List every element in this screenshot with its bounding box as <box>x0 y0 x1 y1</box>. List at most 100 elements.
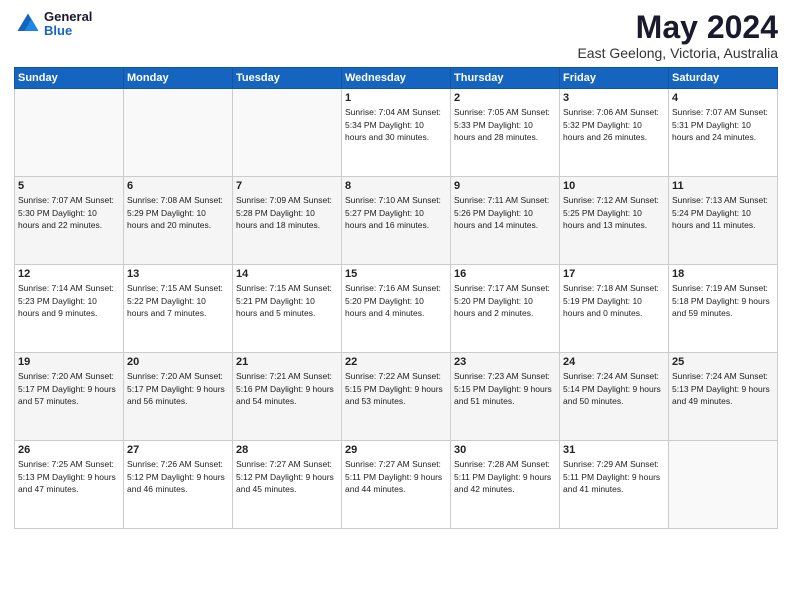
weekday-header: Friday <box>560 68 669 89</box>
cell-text: Sunrise: 7:11 AM Sunset: 5:26 PM Dayligh… <box>454 194 556 231</box>
day-number: 13 <box>127 268 229 280</box>
calendar-week: 26Sunrise: 7:25 AM Sunset: 5:13 PM Dayli… <box>15 441 778 529</box>
calendar-cell: 12 Sunrise: 7:14 AM Sunset: 5:23 PM Dayli… <box>15 265 124 353</box>
calendar-header: SundayMondayTuesdayWednesdayThursdayFrid… <box>15 68 778 89</box>
logo-general: General <box>44 10 92 24</box>
weekday-header: Wednesday <box>342 68 451 89</box>
calendar-cell <box>669 441 778 529</box>
cell-text: Sunrise: 7:24 AM Sunset: 5:13 PM Dayligh… <box>672 370 774 407</box>
logo-icon <box>14 10 42 38</box>
cell-text: Sunrise: 7:27 AM Sunset: 5:11 PM Dayligh… <box>345 458 447 495</box>
day-number: 14 <box>236 268 338 280</box>
day-number: 11 <box>672 180 774 192</box>
calendar-cell: 17 Sunrise: 7:18 AM Sunset: 5:19 PM Dayli… <box>560 265 669 353</box>
day-number: 25 <box>672 356 774 368</box>
cell-text: Sunrise: 7:29 AM Sunset: 5:11 PM Dayligh… <box>563 458 665 495</box>
calendar-cell: 7 Sunrise: 7:09 AM Sunset: 5:28 PM Daylig… <box>233 177 342 265</box>
calendar-cell: 11 Sunrise: 7:13 AM Sunset: 5:24 PM Dayli… <box>669 177 778 265</box>
calendar-cell: 22Sunrise: 7:22 AM Sunset: 5:15 PM Dayli… <box>342 353 451 441</box>
cell-text: Sunrise: 7:10 AM Sunset: 5:27 PM Dayligh… <box>345 194 447 231</box>
calendar: SundayMondayTuesdayWednesdayThursdayFrid… <box>14 67 778 529</box>
weekday-header: Monday <box>124 68 233 89</box>
cell-text: Sunrise: 7:26 AM Sunset: 5:12 PM Dayligh… <box>127 458 229 495</box>
day-number: 15 <box>345 268 447 280</box>
day-number: 21 <box>236 356 338 368</box>
cell-text: Sunrise: 7:08 AM Sunset: 5:29 PM Dayligh… <box>127 194 229 231</box>
calendar-week: 12 Sunrise: 7:14 AM Sunset: 5:23 PM Dayli… <box>15 265 778 353</box>
weekday-header: Sunday <box>15 68 124 89</box>
calendar-week: 19Sunrise: 7:20 AM Sunset: 5:17 PM Dayli… <box>15 353 778 441</box>
day-number: 29 <box>345 444 447 456</box>
weekday-header: Thursday <box>451 68 560 89</box>
calendar-cell: 23 Sunrise: 7:23 AM Sunset: 5:15 PM Dayli… <box>451 353 560 441</box>
weekday-row: SundayMondayTuesdayWednesdayThursdayFrid… <box>15 68 778 89</box>
title-block: May 2024 East Geelong, Victoria, Austral… <box>577 10 778 61</box>
calendar-cell: 30Sunrise: 7:28 AM Sunset: 5:11 PM Dayli… <box>451 441 560 529</box>
calendar-cell: 29 Sunrise: 7:27 AM Sunset: 5:11 PM Dayli… <box>342 441 451 529</box>
cell-text: Sunrise: 7:27 AM Sunset: 5:12 PM Dayligh… <box>236 458 338 495</box>
cell-text: Sunrise: 7:23 AM Sunset: 5:15 PM Dayligh… <box>454 370 556 407</box>
calendar-cell: 25 Sunrise: 7:24 AM Sunset: 5:13 PM Dayli… <box>669 353 778 441</box>
day-number: 26 <box>18 444 120 456</box>
calendar-cell <box>233 89 342 177</box>
day-number: 28 <box>236 444 338 456</box>
day-number: 31 <box>563 444 665 456</box>
cell-text: Sunrise: 7:05 AM Sunset: 5:33 PM Dayligh… <box>454 106 556 143</box>
calendar-cell: 14 Sunrise: 7:15 AM Sunset: 5:21 PM Dayli… <box>233 265 342 353</box>
calendar-cell: 20 Sunrise: 7:20 AM Sunset: 5:17 PM Dayli… <box>124 353 233 441</box>
calendar-cell: 5Sunrise: 7:07 AM Sunset: 5:30 PM Daylig… <box>15 177 124 265</box>
weekday-header: Saturday <box>669 68 778 89</box>
calendar-cell: 1Sunrise: 7:04 AM Sunset: 5:34 PM Daylig… <box>342 89 451 177</box>
day-number: 8 <box>345 180 447 192</box>
day-number: 1 <box>345 92 447 104</box>
calendar-cell: 19Sunrise: 7:20 AM Sunset: 5:17 PM Dayli… <box>15 353 124 441</box>
cell-text: Sunrise: 7:07 AM Sunset: 5:31 PM Dayligh… <box>672 106 774 143</box>
cell-text: Sunrise: 7:13 AM Sunset: 5:24 PM Dayligh… <box>672 194 774 231</box>
cell-text: Sunrise: 7:22 AM Sunset: 5:15 PM Dayligh… <box>345 370 447 407</box>
day-number: 5 <box>18 180 120 192</box>
day-number: 23 <box>454 356 556 368</box>
day-number: 16 <box>454 268 556 280</box>
cell-text: Sunrise: 7:14 AM Sunset: 5:23 PM Dayligh… <box>18 282 120 319</box>
calendar-week: 1Sunrise: 7:04 AM Sunset: 5:34 PM Daylig… <box>15 89 778 177</box>
calendar-cell: 8 Sunrise: 7:10 AM Sunset: 5:27 PM Daylig… <box>342 177 451 265</box>
cell-text: Sunrise: 7:06 AM Sunset: 5:32 PM Dayligh… <box>563 106 665 143</box>
calendar-cell: 21Sunrise: 7:21 AM Sunset: 5:16 PM Dayli… <box>233 353 342 441</box>
calendar-cell: 13Sunrise: 7:15 AM Sunset: 5:22 PM Dayli… <box>124 265 233 353</box>
cell-text: Sunrise: 7:19 AM Sunset: 5:18 PM Dayligh… <box>672 282 774 319</box>
cell-text: Sunrise: 7:18 AM Sunset: 5:19 PM Dayligh… <box>563 282 665 319</box>
day-number: 9 <box>454 180 556 192</box>
calendar-body: 1Sunrise: 7:04 AM Sunset: 5:34 PM Daylig… <box>15 89 778 529</box>
day-number: 12 <box>18 268 120 280</box>
calendar-cell: 15 Sunrise: 7:16 AM Sunset: 5:20 PM Dayli… <box>342 265 451 353</box>
day-number: 20 <box>127 356 229 368</box>
calendar-cell: 26Sunrise: 7:25 AM Sunset: 5:13 PM Dayli… <box>15 441 124 529</box>
cell-text: Sunrise: 7:15 AM Sunset: 5:21 PM Dayligh… <box>236 282 338 319</box>
calendar-cell: 2Sunrise: 7:05 AM Sunset: 5:33 PM Daylig… <box>451 89 560 177</box>
calendar-cell: 18 Sunrise: 7:19 AM Sunset: 5:18 PM Dayli… <box>669 265 778 353</box>
logo-blue: Blue <box>44 24 92 38</box>
day-number: 7 <box>236 180 338 192</box>
day-number: 17 <box>563 268 665 280</box>
day-number: 10 <box>563 180 665 192</box>
header: General Blue May 2024 East Geelong, Vict… <box>14 10 778 61</box>
calendar-cell: 10Sunrise: 7:12 AM Sunset: 5:25 PM Dayli… <box>560 177 669 265</box>
weekday-header: Tuesday <box>233 68 342 89</box>
day-number: 27 <box>127 444 229 456</box>
location: East Geelong, Victoria, Australia <box>577 45 778 61</box>
calendar-cell <box>124 89 233 177</box>
month-title: May 2024 <box>577 10 778 45</box>
cell-text: Sunrise: 7:09 AM Sunset: 5:28 PM Dayligh… <box>236 194 338 231</box>
cell-text: Sunrise: 7:24 AM Sunset: 5:14 PM Dayligh… <box>563 370 665 407</box>
calendar-cell: 27 Sunrise: 7:26 AM Sunset: 5:12 PM Dayli… <box>124 441 233 529</box>
calendar-cell: 3Sunrise: 7:06 AM Sunset: 5:32 PM Daylig… <box>560 89 669 177</box>
page: General Blue May 2024 East Geelong, Vict… <box>0 0 792 612</box>
calendar-week: 5Sunrise: 7:07 AM Sunset: 5:30 PM Daylig… <box>15 177 778 265</box>
calendar-cell: 24Sunrise: 7:24 AM Sunset: 5:14 PM Dayli… <box>560 353 669 441</box>
calendar-cell: 28 Sunrise: 7:27 AM Sunset: 5:12 PM Dayli… <box>233 441 342 529</box>
day-number: 18 <box>672 268 774 280</box>
cell-text: Sunrise: 7:16 AM Sunset: 5:20 PM Dayligh… <box>345 282 447 319</box>
cell-text: Sunrise: 7:20 AM Sunset: 5:17 PM Dayligh… <box>127 370 229 407</box>
cell-text: Sunrise: 7:17 AM Sunset: 5:20 PM Dayligh… <box>454 282 556 319</box>
logo: General Blue <box>14 10 92 39</box>
